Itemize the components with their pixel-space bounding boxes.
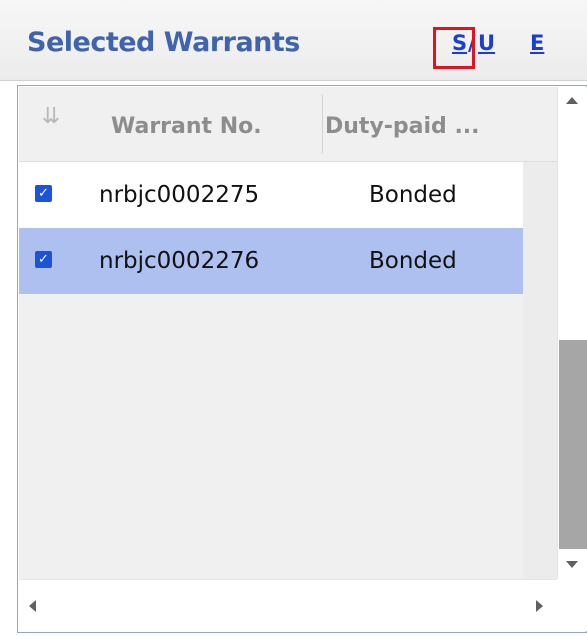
column-divider[interactable] [322,95,323,153]
highlight-box [433,27,475,69]
panel-title: Selected Warrants [27,27,300,58]
warrants-grid: ⇊ Warrant No. Duty-paid ... ✓ nrbjc00022… [17,85,587,633]
export-link[interactable]: E [530,31,544,55]
warrant-no-cell: nrbjc0002276 [99,248,260,274]
scroll-right-arrow-icon[interactable] [536,600,543,612]
table-row[interactable]: ✓ nrbjc0002276 Bonded [19,228,523,294]
table-row[interactable]: ✓ nrbjc0002275 Bonded [19,162,523,228]
row-checkbox[interactable]: ✓ [35,251,52,268]
warrant-no-cell: nrbjc0002275 [99,182,260,208]
panel-header: Selected Warrants S / U E [0,0,587,81]
duty-paid-cell: Bonded [369,248,457,274]
vertical-scrollbar[interactable] [557,87,587,579]
row-checkbox[interactable]: ✓ [35,185,52,202]
unselect-all-link[interactable]: U [478,31,495,55]
grid-empty-area [19,294,523,579]
duty-paid-cell: Bonded [369,182,457,208]
selected-warrants-panel: Selected Warrants S / U E ⇊ Warrant No. … [0,0,587,636]
scrollbar-corner [557,579,587,631]
grid-filler [523,162,557,579]
grid-header: ⇊ Warrant No. Duty-paid ... [19,87,557,162]
scroll-up-arrow-icon[interactable] [566,97,578,104]
double-chevron-down-icon[interactable]: ⇊ [21,87,81,161]
vertical-scroll-thumb[interactable] [559,340,587,549]
column-header-duty-paid[interactable]: Duty-paid ... [325,87,523,161]
scroll-left-arrow-icon[interactable] [29,600,36,612]
scroll-down-arrow-icon[interactable] [566,561,578,568]
horizontal-scrollbar[interactable] [19,579,557,632]
column-header-warrant-no[interactable]: Warrant No. [111,87,262,161]
